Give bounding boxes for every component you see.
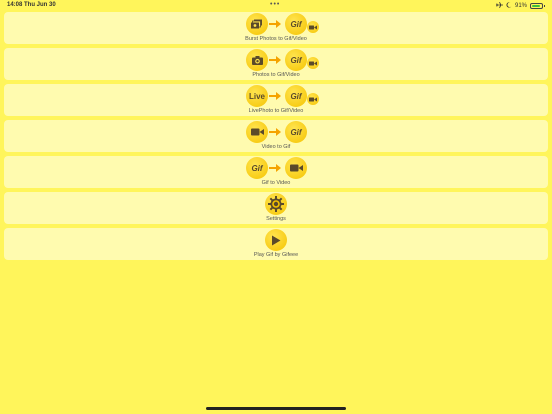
status-date: Thu Jun 30 — [24, 2, 56, 8]
battery-icon — [530, 3, 545, 9]
status-bar: 14:08 Thu Jun 30 ••• 91% — [0, 0, 552, 11]
status-indicators: 91% — [495, 2, 545, 10]
gif-icon: Gif — [285, 121, 307, 143]
arrow-right-icon — [269, 56, 281, 64]
video-camera-icon — [307, 57, 319, 69]
gif-icon: Gif — [285, 13, 307, 35]
menu-item-label: LivePhoto to Gif/Video — [248, 108, 304, 114]
multitasking-dots[interactable]: ••• — [270, 1, 280, 8]
converter-menu: Gif Burst Photos to Gif/Video Gif Photos… — [4, 12, 548, 264]
arrow-right-icon — [269, 128, 281, 136]
battery-level — [532, 5, 541, 7]
menu-item-livephoto[interactable]: Live Gif LivePhoto to Gif/Video — [4, 84, 548, 116]
camera-icon — [246, 49, 268, 71]
arrow-right-icon — [269, 164, 281, 172]
gif-icon: Gif — [246, 157, 268, 179]
menu-item-label: Burst Photos to Gif/Video — [245, 36, 307, 42]
settings-icon-wrap — [4, 193, 548, 215]
conversion-icons: Gif — [4, 121, 548, 143]
conversion-icons: Gif — [4, 157, 548, 179]
menu-item-label: Gif to Video — [261, 180, 291, 186]
arrow-right-icon — [269, 92, 281, 100]
menu-item-label: Video to Gif — [261, 144, 291, 150]
menu-item-video-to-gif[interactable]: Gif Video to Gif — [4, 120, 548, 152]
home-indicator[interactable] — [206, 407, 346, 410]
menu-item-label: Settings — [266, 216, 286, 222]
video-camera-icon — [285, 157, 307, 179]
menu-item-label: Play Gif by Gifeee — [253, 252, 299, 258]
gear-icon — [265, 193, 287, 215]
video-camera-icon — [307, 21, 319, 33]
menu-item-label: Photos to Gif/Video — [252, 72, 300, 78]
conversion-icons: Gif — [4, 49, 548, 71]
play-icon-wrap — [4, 229, 548, 251]
moon-icon — [506, 2, 512, 10]
menu-item-play-gif[interactable]: Play Gif by Gifeee — [4, 228, 548, 260]
video-camera-icon — [307, 93, 319, 105]
conversion-icons: Live Gif — [4, 85, 548, 107]
status-time: 14:08 — [7, 2, 23, 8]
play-icon — [265, 229, 287, 251]
live-photo-icon: Live — [246, 85, 268, 107]
menu-item-burst-photos[interactable]: Gif Burst Photos to Gif/Video — [4, 12, 548, 44]
menu-item-settings[interactable]: Settings — [4, 192, 548, 224]
gif-icon: Gif — [285, 85, 307, 107]
conversion-icons: Gif — [4, 13, 548, 35]
video-camera-icon — [246, 121, 268, 143]
menu-item-photos[interactable]: Gif Photos to Gif/Video — [4, 48, 548, 80]
arrow-right-icon — [269, 20, 281, 28]
battery-percentage: 91% — [514, 3, 527, 9]
menu-item-gif-to-video[interactable]: Gif Gif to Video — [4, 156, 548, 188]
gif-icon: Gif — [285, 49, 307, 71]
burst-photos-icon — [246, 13, 268, 35]
airplane-icon — [495, 2, 503, 10]
